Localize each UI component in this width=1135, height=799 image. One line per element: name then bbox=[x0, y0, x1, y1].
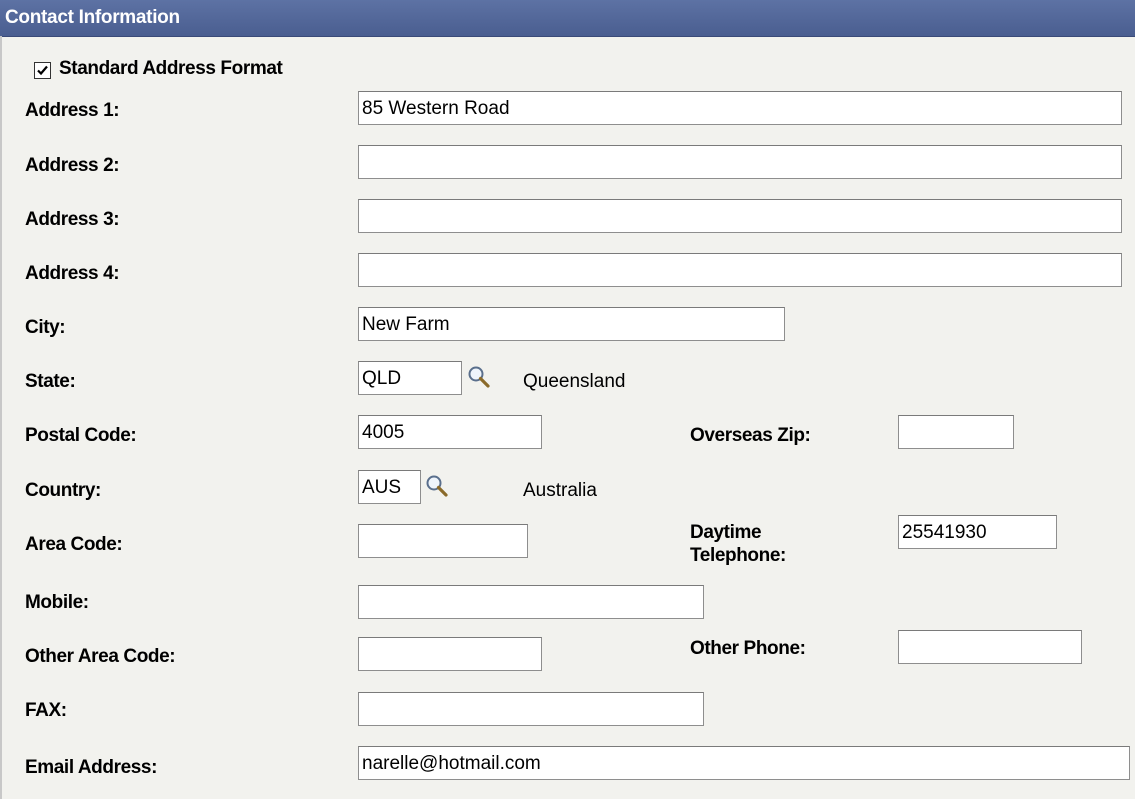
other-area-code-field[interactable] bbox=[358, 637, 542, 671]
standard-address-checkbox[interactable] bbox=[34, 62, 51, 79]
section-title: Contact Information bbox=[5, 7, 180, 28]
address4-field[interactable] bbox=[358, 253, 1122, 287]
address1-field[interactable] bbox=[358, 91, 1122, 125]
daytime-telephone-field[interactable] bbox=[898, 515, 1057, 549]
section-header: Contact Information bbox=[0, 0, 1135, 37]
checkmark-icon bbox=[37, 65, 48, 76]
address3-field[interactable] bbox=[358, 199, 1122, 233]
state-lookup-magnifier-icon[interactable] bbox=[466, 364, 492, 390]
fax-label: FAX: bbox=[25, 700, 67, 721]
other-phone-label: Other Phone: bbox=[690, 638, 806, 659]
state-label: State: bbox=[25, 371, 76, 392]
contact-information-panel: Contact Information Standard Address For… bbox=[0, 0, 1135, 799]
city-label: City: bbox=[25, 317, 66, 338]
overseas-zip-label: Overseas Zip: bbox=[690, 425, 811, 446]
address4-label: Address 4: bbox=[25, 263, 120, 284]
state-description: Queensland bbox=[523, 371, 626, 392]
other-phone-field[interactable] bbox=[898, 630, 1082, 664]
email-label: Email Address: bbox=[25, 757, 158, 778]
mobile-field[interactable] bbox=[358, 585, 704, 619]
area-code-label: Area Code: bbox=[25, 534, 123, 555]
state-field[interactable] bbox=[358, 361, 462, 395]
email-field[interactable] bbox=[358, 746, 1130, 780]
panel-border bbox=[0, 36, 2, 799]
city-field[interactable] bbox=[358, 307, 785, 341]
address2-label: Address 2: bbox=[25, 155, 120, 176]
mobile-label: Mobile: bbox=[25, 592, 89, 613]
country-description: Australia bbox=[523, 480, 597, 501]
other-area-code-label: Other Area Code: bbox=[25, 646, 176, 667]
address3-label: Address 3: bbox=[25, 209, 120, 230]
area-code-field[interactable] bbox=[358, 524, 528, 558]
postal-code-label: Postal Code: bbox=[25, 425, 137, 446]
standard-address-label: Standard Address Format bbox=[59, 58, 283, 79]
address2-field[interactable] bbox=[358, 145, 1122, 179]
fax-field[interactable] bbox=[358, 692, 704, 726]
country-field[interactable] bbox=[358, 470, 421, 504]
postal-code-field[interactable] bbox=[358, 415, 542, 449]
daytime-telephone-label: Daytime Telephone: bbox=[690, 522, 786, 566]
address1-label: Address 1: bbox=[25, 100, 120, 121]
country-lookup-magnifier-icon[interactable] bbox=[424, 473, 450, 499]
country-label: Country: bbox=[25, 480, 101, 501]
overseas-zip-field[interactable] bbox=[898, 415, 1014, 449]
